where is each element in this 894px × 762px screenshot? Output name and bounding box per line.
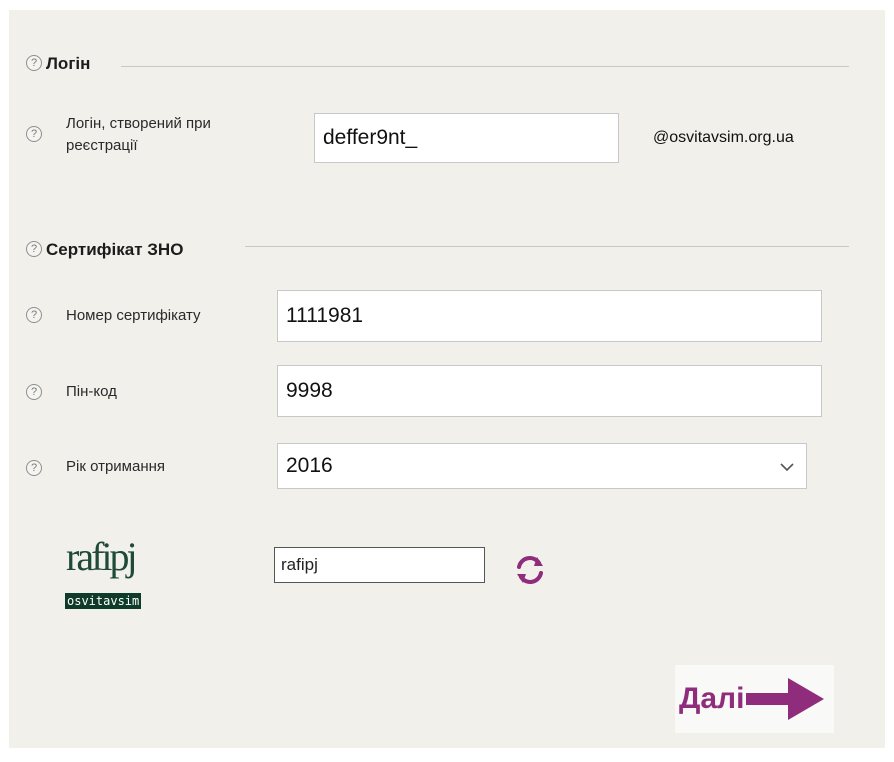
help-icon[interactable]: ? bbox=[26, 307, 42, 323]
year-selected-value: 2016 bbox=[286, 454, 333, 477]
login-section-title: Логін bbox=[46, 54, 91, 73]
certificate-number-input[interactable]: 1111981 bbox=[277, 290, 822, 342]
help-icon[interactable]: ? bbox=[26, 460, 42, 476]
login-form-panel: ? Логін ? Логін, створений при реєстраці… bbox=[9, 10, 885, 748]
refresh-icon[interactable] bbox=[514, 554, 546, 586]
pin-code-label: Пін-код bbox=[66, 383, 117, 400]
captcha-input[interactable]: rafipj bbox=[274, 547, 485, 583]
svg-text:rafipj: rafipj bbox=[66, 534, 135, 579]
domain-suffix: @osvitavsim.org.ua bbox=[653, 129, 794, 146]
year-select[interactable]: 2016 bbox=[277, 443, 807, 489]
certificate-number-label: Номер сертифікату bbox=[66, 307, 201, 324]
chevron-down-icon bbox=[780, 463, 794, 472]
help-icon[interactable]: ? bbox=[26, 241, 42, 257]
login-input[interactable]: deffer9nt_ bbox=[314, 113, 619, 163]
certificate-section-title: Сертифікат ЗНО bbox=[46, 240, 184, 259]
login-label: Логін, створений при реєстрації bbox=[66, 115, 211, 154]
captcha-banner: osvitavsim bbox=[65, 593, 142, 609]
help-icon[interactable]: ? bbox=[26, 126, 42, 142]
help-icon[interactable]: ? bbox=[26, 55, 42, 71]
help-icon[interactable]: ? bbox=[26, 384, 42, 400]
year-label: Рік отримання bbox=[66, 458, 166, 475]
section-divider bbox=[245, 246, 849, 247]
arrow-right-icon bbox=[746, 678, 825, 720]
pin-code-input[interactable]: 9998 bbox=[277, 365, 822, 417]
next-button-label: Далі bbox=[679, 682, 745, 715]
captcha-image: rafipj bbox=[66, 534, 138, 579]
section-divider bbox=[121, 66, 849, 67]
next-button[interactable]: Далі bbox=[675, 665, 835, 733]
